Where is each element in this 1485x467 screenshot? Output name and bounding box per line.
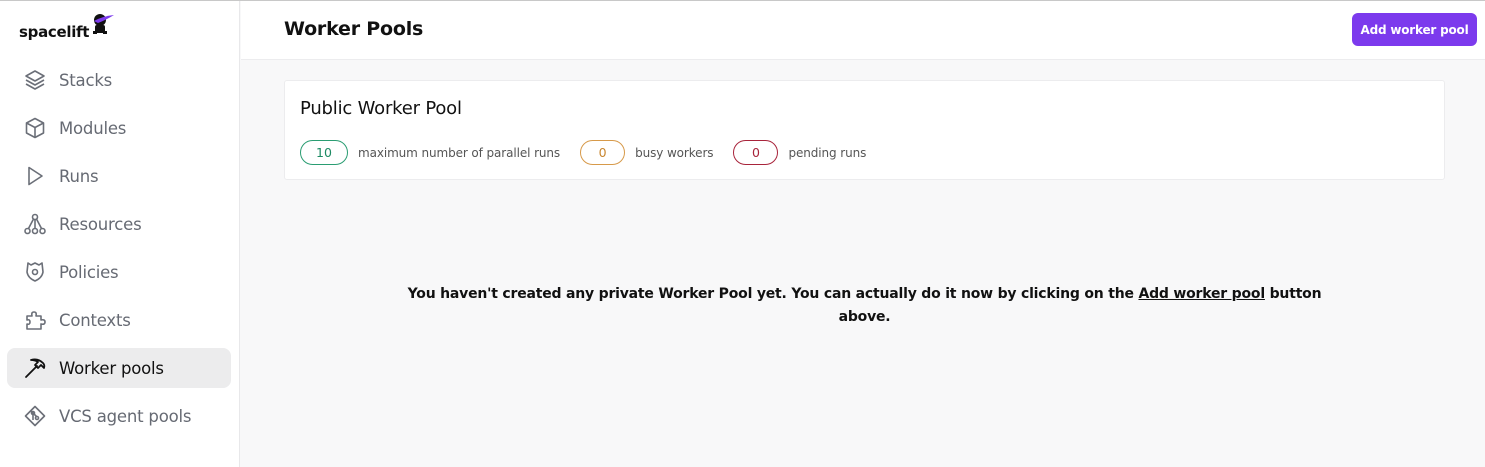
page-title: Worker Pools (284, 18, 424, 40)
sidebar-item-resources[interactable]: Resources (7, 204, 231, 244)
sidebar-item-modules[interactable]: Modules (7, 108, 231, 148)
parallel-runs-label: maximum number of parallel runs (358, 145, 561, 160)
sidebar-item-worker-pools[interactable]: Worker pools (7, 348, 231, 388)
pending-runs-badge: 0 (733, 140, 779, 165)
puzzle-icon (22, 307, 48, 333)
page-header: Worker Pools Add worker pool (241, 1, 1485, 60)
empty-state-message: You haven't created any private Worker P… (400, 283, 1329, 329)
astronaut-logo-icon (90, 13, 116, 39)
sidebar-item-label: Policies (59, 262, 119, 282)
busy-workers-label: busy workers (635, 145, 714, 160)
busy-workers-badge: 0 (580, 140, 626, 165)
empty-state-text: You haven't created any private Worker P… (407, 286, 1139, 302)
sidebar: spacelift Stacks Modules Runs Resources … (0, 1, 240, 467)
card-title: Public Worker Pool (300, 98, 462, 119)
parallel-runs-badge: 10 (300, 140, 348, 165)
sidebar-item-label: Modules (59, 118, 127, 138)
sidebar-item-contexts[interactable]: Contexts (7, 300, 231, 340)
git-icon (22, 403, 48, 429)
pending-runs-label: pending runs (788, 145, 867, 160)
sidebar-item-label: Stacks (59, 70, 113, 90)
add-worker-pool-link[interactable]: Add worker pool (1138, 286, 1265, 302)
logo-text: spacelift (19, 23, 90, 41)
pickaxe-icon (22, 355, 48, 381)
sidebar-item-label: Worker pools (59, 358, 164, 378)
sidebar-item-label: Runs (59, 166, 99, 186)
public-worker-pool-card[interactable]: Public Worker Pool 10 maximum number of … (284, 80, 1445, 180)
shield-icon (22, 259, 48, 285)
sidebar-item-policies[interactable]: Policies (7, 252, 231, 292)
sidebar-item-stacks[interactable]: Stacks (7, 60, 231, 100)
sidebar-item-runs[interactable]: Runs (7, 156, 231, 196)
sidebar-nav: Stacks Modules Runs Resources Policies C… (7, 60, 231, 444)
add-worker-pool-button[interactable]: Add worker pool (1352, 13, 1477, 46)
cube-icon (22, 115, 48, 141)
sidebar-item-label: Resources (59, 214, 142, 234)
sidebar-item-label: VCS agent pools (59, 406, 192, 426)
resources-icon (22, 211, 48, 237)
play-icon (22, 163, 48, 189)
logo[interactable]: spacelift (19, 11, 116, 45)
sidebar-item-label: Contexts (59, 310, 131, 330)
pool-stats: 10 maximum number of parallel runs 0 bus… (300, 140, 886, 165)
stack-icon (22, 67, 48, 93)
sidebar-item-vcs-agent-pools[interactable]: VCS agent pools (7, 396, 231, 436)
